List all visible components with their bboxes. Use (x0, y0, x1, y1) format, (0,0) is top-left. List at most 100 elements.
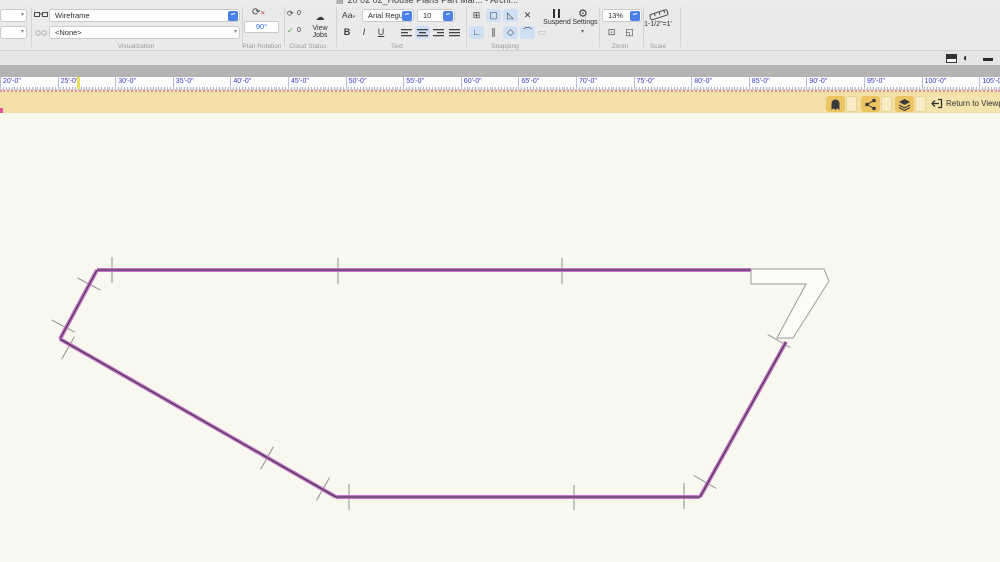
ruler-minor-tick (553, 87, 554, 89)
ruler-minor-tick (893, 87, 894, 89)
ruler-minor-tick (331, 87, 332, 89)
ruler-minor-tick (167, 87, 168, 89)
ruler-minor-tick (386, 87, 387, 89)
ruler-minor-tick (605, 87, 606, 89)
ruler-minor-tick (798, 87, 799, 89)
zoom-marquee-button[interactable]: ⊡ (604, 26, 619, 39)
stepper-icon[interactable]: ▴▾ (402, 11, 412, 21)
edit-viewpoint-banner: Return to Viewp (0, 90, 1000, 113)
trace-reference-option[interactable] (846, 96, 857, 112)
ruler-minor-tick (792, 87, 793, 89)
tracker-toggle-icon[interactable] (946, 54, 957, 63)
bold-button[interactable]: B (340, 26, 354, 39)
trace-reference-button[interactable] (826, 96, 845, 112)
floor-plan-view[interactable] (0, 113, 1000, 562)
ruler-minor-tick (740, 87, 741, 89)
left-combo-top[interactable]: ▾ (0, 9, 27, 22)
bounding-box-snap-button[interactable]: ▢ (486, 9, 501, 22)
align-left-button[interactable] (399, 26, 414, 39)
ruler-minor-tick (141, 87, 142, 89)
chevron-down-icon: ▾ (21, 27, 24, 38)
ruler-minor-tick (92, 87, 93, 89)
slope-snap-button[interactable]: ◺ (503, 9, 518, 22)
ruler-minor-tick (829, 87, 830, 89)
text-style-button[interactable]: Aa▾ (338, 9, 359, 22)
diamond-snap-button[interactable]: ◇ (503, 26, 518, 39)
ruler-minor-tick (714, 87, 715, 89)
horizontal-ruler[interactable]: 20'-0"25'-0"30'-0"35'-0"40'-0"45'-0"50'-… (0, 77, 1000, 90)
ruler-minor-tick (593, 87, 594, 89)
zoom-level-select[interactable]: 13% ▴▾ (602, 9, 642, 22)
ruler-major-tick (346, 77, 347, 90)
ruler-minor-tick (429, 87, 430, 89)
ruler-minor-tick (207, 87, 208, 89)
align-justify-button[interactable] (447, 26, 462, 39)
ruler-minor-tick (536, 87, 537, 89)
scale-value[interactable]: 1-1/2"=1' (638, 21, 678, 28)
ruler-minor-tick (657, 87, 658, 89)
parallel-snap-button[interactable]: ∥ (486, 26, 501, 39)
ruler-label: 105'-0" (982, 78, 1000, 85)
ruler-minor-tick (780, 87, 781, 89)
model-view-options-select[interactable]: Wireframe ▴▾ (49, 9, 240, 22)
ruler-minor-tick (766, 87, 767, 89)
ruler-label: 90'-0" (809, 78, 827, 85)
chevron-down-icon[interactable]: ▾ (581, 28, 584, 35)
graphic-override-select[interactable]: <None> ▾ (49, 26, 240, 39)
ruler-minor-tick (688, 87, 689, 89)
align-right-button[interactable] (431, 26, 446, 39)
font-size-select[interactable]: 10 ▴▾ (417, 9, 455, 22)
ruler-minor-tick (890, 87, 891, 89)
arc-snap-button[interactable]: ⌒ (520, 26, 535, 39)
layers-icon (897, 98, 912, 111)
ruler-minor-tick (101, 87, 102, 89)
layers-option[interactable] (915, 96, 926, 112)
plan-rotation-input[interactable]: 90° (244, 21, 279, 33)
ruler-minor-tick (444, 87, 445, 89)
left-combo-bottom[interactable]: ▾ (0, 26, 27, 39)
zoom-fit-button[interactable]: ◱ (622, 26, 637, 39)
align-center-button[interactable] (415, 26, 430, 39)
layers-button[interactable] (895, 96, 914, 112)
ruler-minor-tick (907, 87, 908, 89)
share-view-button[interactable] (861, 96, 880, 112)
return-to-viewpoint-button[interactable]: Return to Viewp (927, 96, 1000, 112)
snap-extra-button[interactable]: ▭ (536, 26, 548, 39)
white-wall-segment[interactable] (751, 269, 829, 338)
italic-button[interactable]: I (357, 26, 371, 39)
wall-segment-core (700, 342, 786, 497)
ruler-minor-tick (239, 87, 240, 89)
ruler-minor-tick (660, 87, 661, 89)
ruler-minor-tick (743, 87, 744, 89)
ruler-minor-tick (271, 87, 272, 89)
view-jobs-button[interactable]: ☁ View Jobs (306, 7, 334, 39)
panel-toggle-icon[interactable]: ▬ (983, 53, 993, 64)
no-snap-button[interactable]: ✕ (520, 9, 535, 22)
ruler-minor-tick (789, 87, 790, 89)
grid-snap-button[interactable]: ⊞ (469, 9, 484, 22)
ruler-minor-tick (838, 87, 839, 89)
ruler-minor-tick (850, 87, 851, 89)
share-view-option[interactable] (881, 96, 892, 112)
ruler-minor-tick (81, 87, 82, 89)
ruler-minor-tick (311, 87, 312, 89)
ruler-minor-tick (521, 87, 522, 89)
ruler-minor-tick (132, 87, 133, 89)
ruler-minor-tick (596, 87, 597, 89)
stepper-icon[interactable]: ▴▾ (443, 11, 453, 21)
ruler-minor-tick (147, 87, 148, 89)
ruler-minor-tick (654, 87, 655, 89)
ruler-major-tick (0, 77, 1, 90)
ruler-minor-tick (694, 87, 695, 89)
ruler-minor-tick (233, 87, 234, 89)
font-family-select[interactable]: Arial Regular ▴▾ (362, 9, 414, 22)
ruler-minor-tick (611, 87, 612, 89)
corner-snap-button[interactable]: ∟ (469, 26, 484, 39)
stepper-icon[interactable]: ▴▾ (630, 11, 640, 21)
ruler-minor-tick (703, 87, 704, 89)
underline-button[interactable]: U (374, 26, 388, 39)
stepper-icon[interactable]: ▴▾ (228, 11, 238, 21)
contrast-icon[interactable]: ◐ (963, 53, 969, 64)
ruler-minor-tick (490, 87, 491, 89)
drawing-canvas[interactable] (0, 113, 1000, 562)
